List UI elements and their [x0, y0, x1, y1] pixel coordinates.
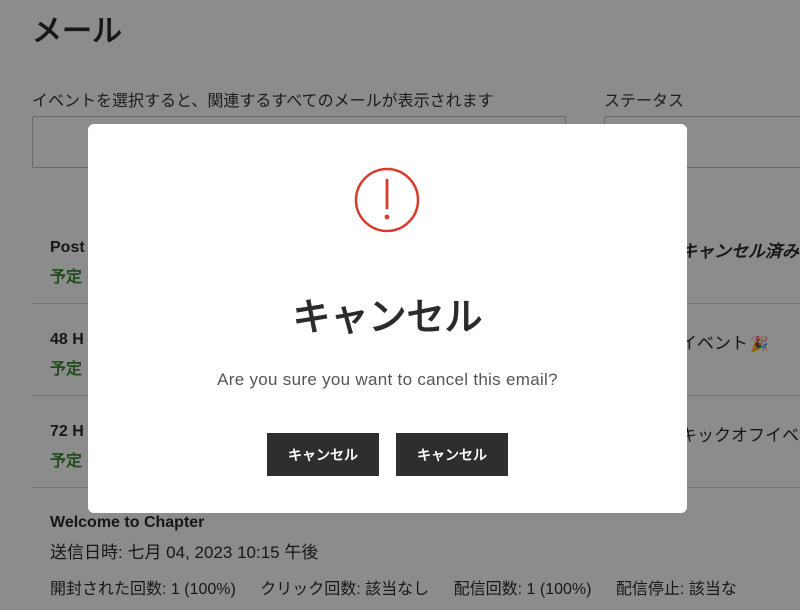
dialog-message: Are you sure you want to cancel this ema…	[217, 370, 558, 389]
dialog-cancel-button-2[interactable]: キャンセル	[396, 433, 508, 476]
dialog-cancel-button-1[interactable]: キャンセル	[267, 433, 379, 476]
dialog-title: キャンセル	[292, 297, 483, 339]
cancel-email-dialog: キャンセル Are you sure you want to cancel th…	[88, 124, 687, 513]
alert-circle-icon	[354, 167, 420, 233]
